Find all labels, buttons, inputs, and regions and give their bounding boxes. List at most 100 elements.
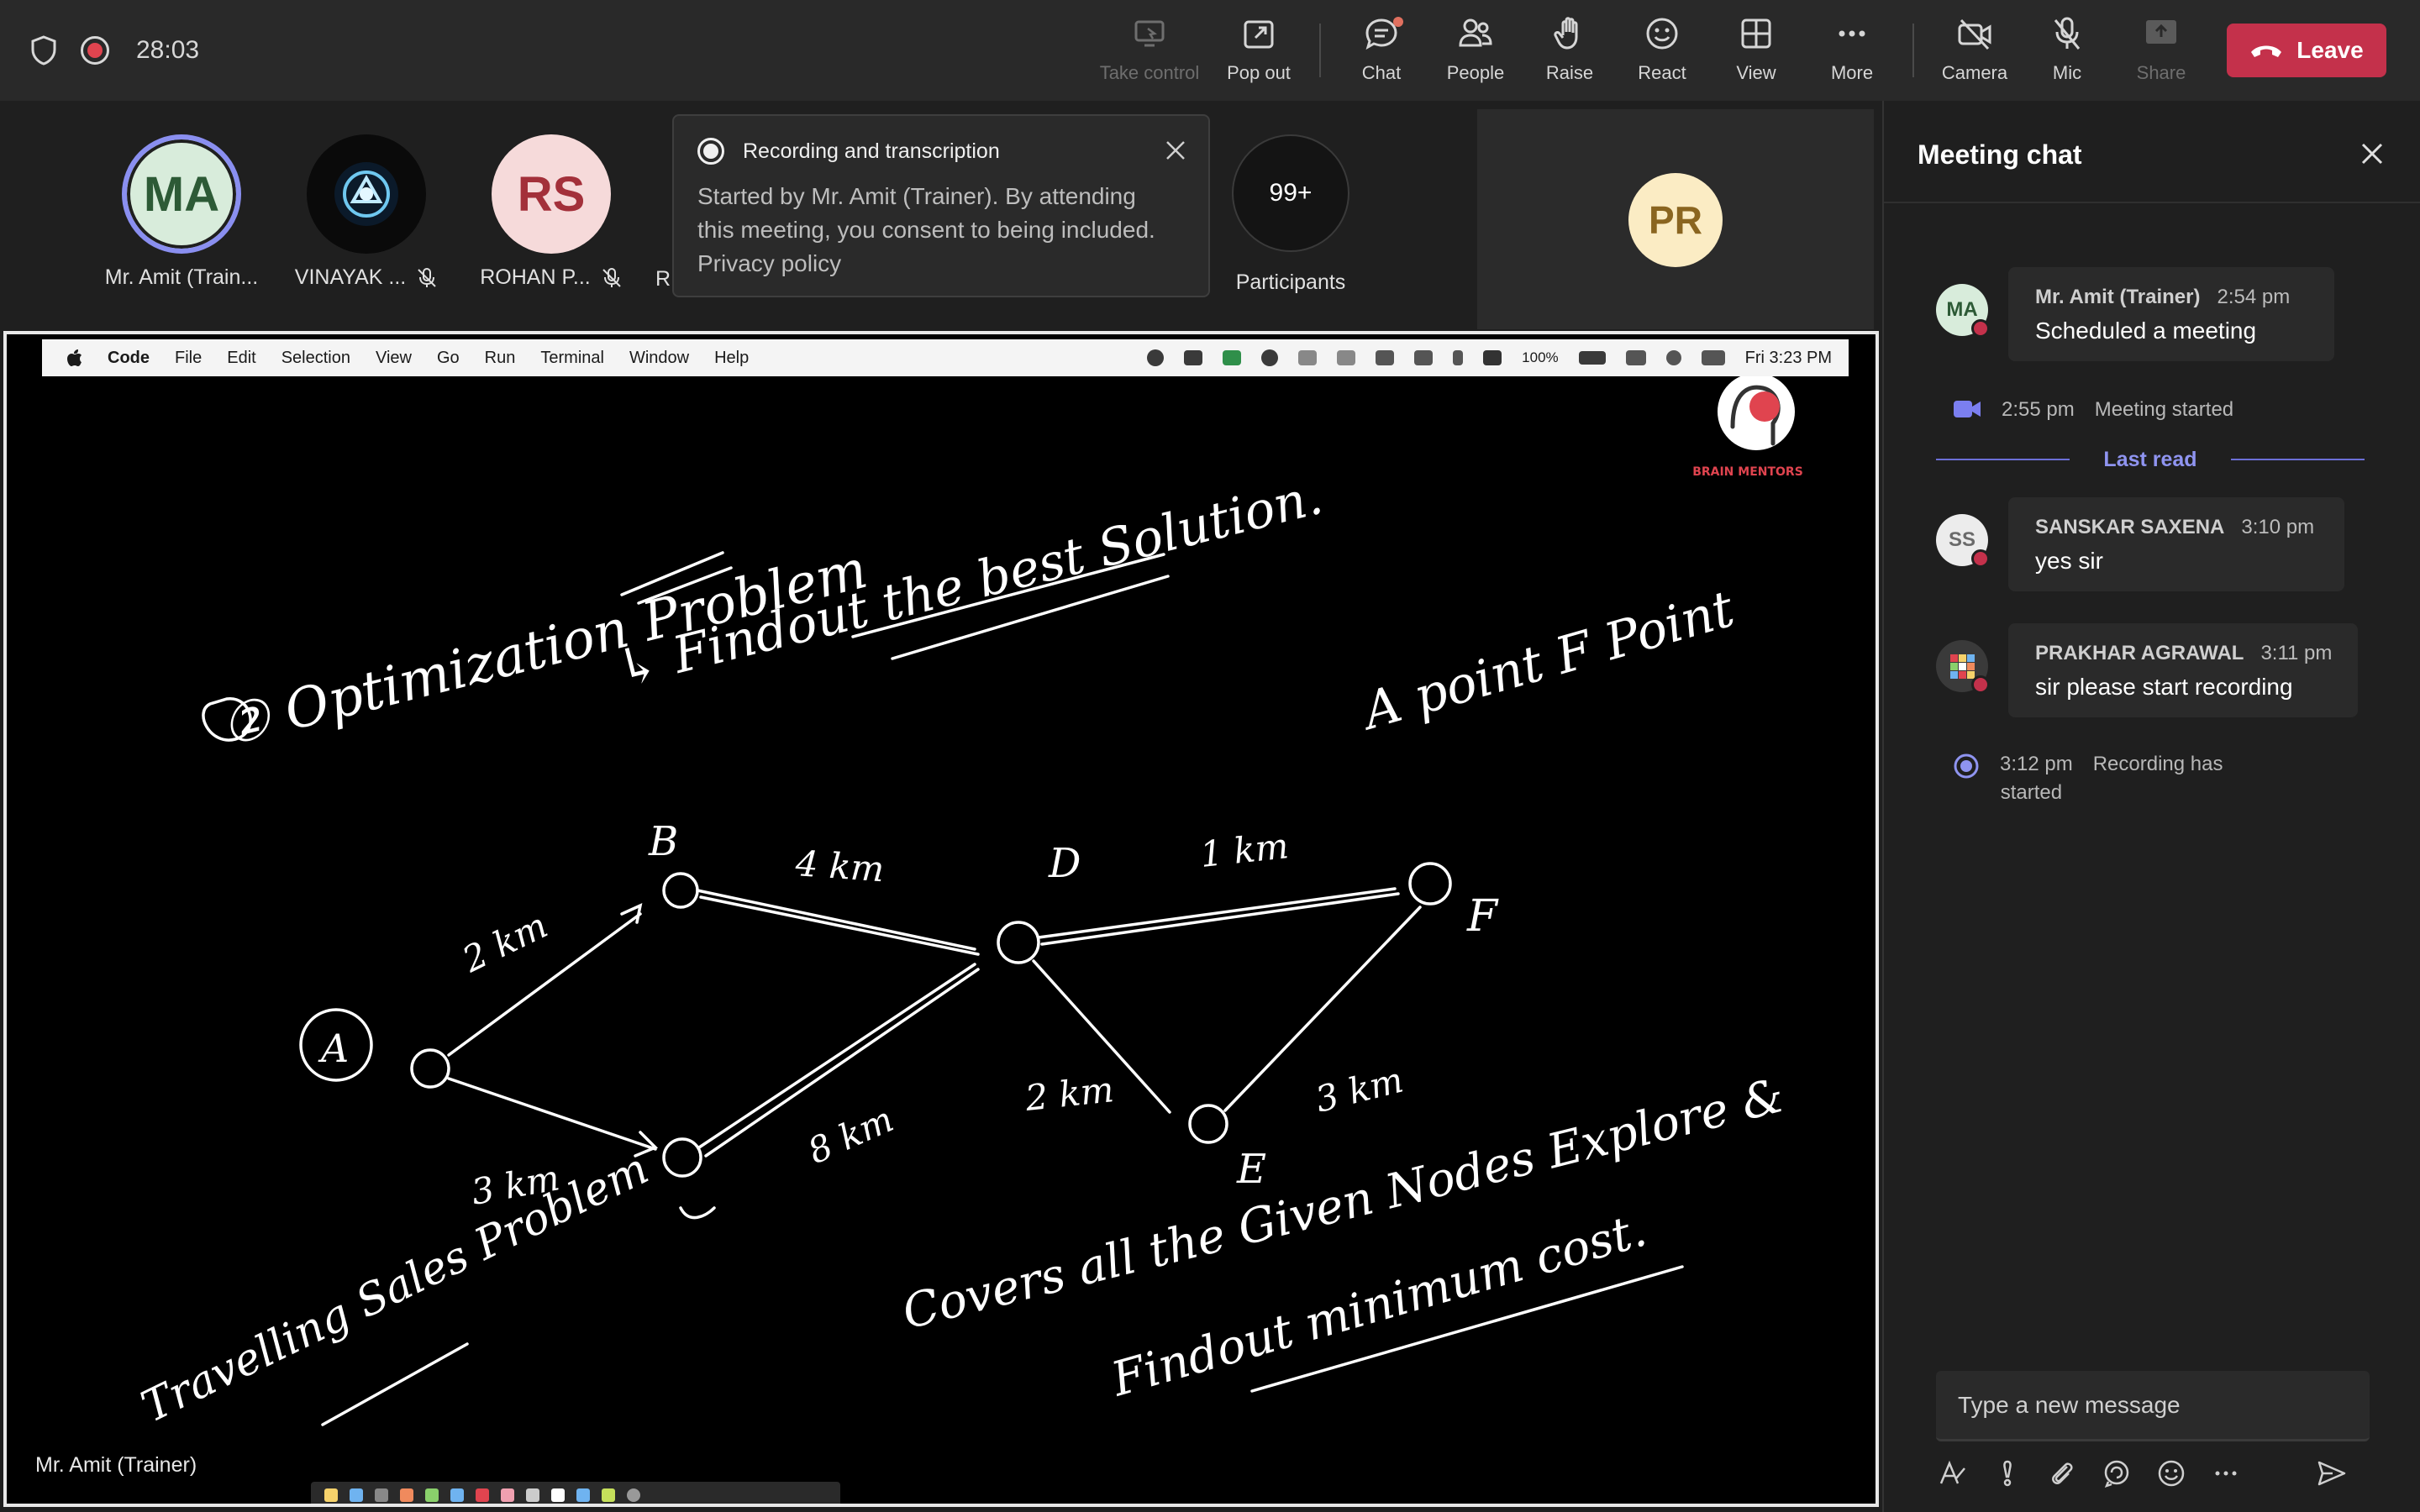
menu-item-go[interactable]: Go (437, 349, 460, 368)
video-tile[interactable]: PR (1477, 109, 1874, 329)
send-button[interactable] (2315, 1457, 2349, 1490)
pointer-icon[interactable] (526, 1488, 539, 1502)
chat-header-divider (1884, 202, 2420, 203)
leave-button[interactable]: Leave (2227, 24, 2386, 77)
recording-notice-text: Started by Mr. Amit (Trainer). By attend… (697, 183, 1136, 209)
avatar: MA (1936, 284, 1990, 338)
mark-important-button[interactable] (1991, 1457, 2024, 1490)
shape-tool-icon[interactable] (476, 1488, 489, 1502)
more-actions-button[interactable]: More (1802, 15, 1902, 91)
message-text: Scheduled a meeting (2035, 318, 2257, 344)
laser-icon[interactable] (576, 1488, 590, 1502)
take-control-icon (1134, 20, 1165, 47)
smiley-icon (1646, 18, 1678, 50)
menu-item-file[interactable]: File (175, 349, 202, 368)
share-button[interactable]: Share (2111, 15, 2212, 91)
control-center-icon (1701, 350, 1725, 365)
menu-item-selection[interactable]: Selection (281, 349, 350, 368)
format-text-button[interactable] (1936, 1457, 1970, 1490)
take-control-button[interactable]: Take control (1099, 15, 1200, 91)
message-time: 2:54 pm (2217, 286, 2291, 308)
chat-event: 3:12 pm Recording has started (1953, 753, 2223, 805)
message-bubble[interactable]: Mr. Amit (Trainer) 2:54 pm Scheduled a me… (2008, 267, 2334, 361)
event-text: Recording has (2092, 753, 2223, 775)
menu-item-terminal[interactable]: Terminal (540, 349, 604, 368)
pop-out-button[interactable]: Pop out (1208, 15, 1309, 91)
node-f (1408, 862, 1452, 906)
react-button[interactable]: React (1612, 15, 1712, 91)
node-a (410, 1048, 450, 1089)
privacy-policy-link[interactable]: Privacy policy (697, 247, 1185, 281)
annotation-toolbar[interactable] (311, 1482, 840, 1504)
meeting-chat-panel: Meeting chat MA Mr. Amit (Trainer) 2:54 p… (1882, 101, 2420, 1512)
battery-icon (1578, 351, 1606, 365)
brain-mentors-logo-text: BRAIN MENTORS (1692, 465, 1803, 479)
message-bubble[interactable]: SANSKAR SAXENA 3:10 pm yes sir (2008, 497, 2344, 591)
participant-tile[interactable]: VINAYAK ... (291, 134, 442, 290)
menubar-status: 100% Fri 3:23 PM (1147, 349, 1832, 368)
menu-item-help[interactable]: Help (714, 349, 749, 368)
loop-component-button[interactable] (2100, 1457, 2133, 1490)
video-camera-icon (1954, 401, 1981, 417)
people-icon (1459, 18, 1492, 47)
loop-icon (2104, 1460, 2129, 1488)
highlighter-icon[interactable] (350, 1488, 363, 1502)
headphones-icon (1414, 350, 1434, 365)
participants-overflow-button[interactable]: 99+ (1232, 134, 1349, 252)
avatar: RS (492, 134, 611, 254)
event-time: 3:12 pm (2000, 753, 2073, 775)
chat-panel-title: Meeting chat (1918, 139, 2082, 170)
camera-off-icon (1958, 18, 1991, 50)
more-label: More (1830, 62, 1874, 83)
more-options-button[interactable] (2209, 1457, 2243, 1490)
brush-icon[interactable] (425, 1488, 439, 1502)
bluetooth-icon (1453, 350, 1464, 365)
avatar (1936, 640, 1990, 694)
avatar (307, 134, 426, 254)
camera-label: Camera (1941, 62, 2008, 83)
text-tool-icon[interactable] (450, 1488, 464, 1502)
recording-notice-title: Recording and transcription (743, 139, 1000, 163)
muted-mic-icon (418, 267, 436, 287)
meeting-timer: 28:03 (136, 36, 200, 64)
camera-button[interactable]: Camera (1924, 15, 2025, 91)
menu-item-view[interactable]: View (376, 349, 412, 368)
format-pen-icon (1939, 1460, 1965, 1484)
attach-file-button[interactable] (2045, 1457, 2079, 1490)
settings-gear-icon[interactable] (627, 1488, 640, 1502)
chat-button[interactable]: Chat (1331, 15, 1432, 91)
close-icon[interactable] (1163, 138, 1188, 163)
menu-item-window[interactable]: Window (629, 349, 689, 368)
people-button[interactable]: People (1425, 15, 1526, 91)
node-label: E (1236, 1146, 1266, 1193)
message-bubble[interactable]: PRAKHAR AGRAWAL 3:11 pm sir please start … (2008, 623, 2358, 717)
marker-icon[interactable] (400, 1488, 413, 1502)
spotlight-search-icon (1665, 350, 1681, 365)
view-button[interactable]: View (1706, 15, 1807, 91)
menu-item-edit[interactable]: Edit (227, 349, 255, 368)
menu-item-run[interactable]: Run (485, 349, 516, 368)
pop-out-label: Pop out (1227, 62, 1291, 83)
message-compose-input[interactable]: Type a new message (1936, 1371, 2370, 1441)
message-author: SANSKAR SAXENA (2035, 516, 2225, 538)
presence-busy-icon (1971, 549, 1990, 568)
take-control-label: Take control (1099, 62, 1200, 83)
whiteboard-icon[interactable] (551, 1488, 565, 1502)
eraser-icon[interactable] (375, 1488, 388, 1502)
node-d (997, 921, 1040, 964)
menu-item-code[interactable]: Code (108, 349, 150, 368)
participant-name: VINAYAK ... (291, 265, 442, 290)
participant-tile[interactable]: MA Mr. Amit (Train... (104, 134, 259, 290)
leave-label: Leave (2296, 37, 2364, 63)
participant-name: Mr. Amit (Train... (104, 265, 259, 289)
pen-tool-icon[interactable] (324, 1488, 338, 1502)
participant-tile[interactable]: RS ROHAN P... (476, 134, 627, 290)
exclamation-icon (2003, 1460, 2012, 1487)
clear-icon[interactable] (501, 1488, 514, 1502)
color-swatch-icon[interactable] (602, 1488, 615, 1502)
emoji-button[interactable] (2154, 1457, 2188, 1490)
arc-reactor-avatar-icon (334, 162, 398, 226)
close-icon[interactable] (2358, 139, 2386, 168)
raise-hand-button[interactable]: Raise (1519, 15, 1620, 91)
mic-button[interactable]: Mic (2017, 15, 2118, 91)
